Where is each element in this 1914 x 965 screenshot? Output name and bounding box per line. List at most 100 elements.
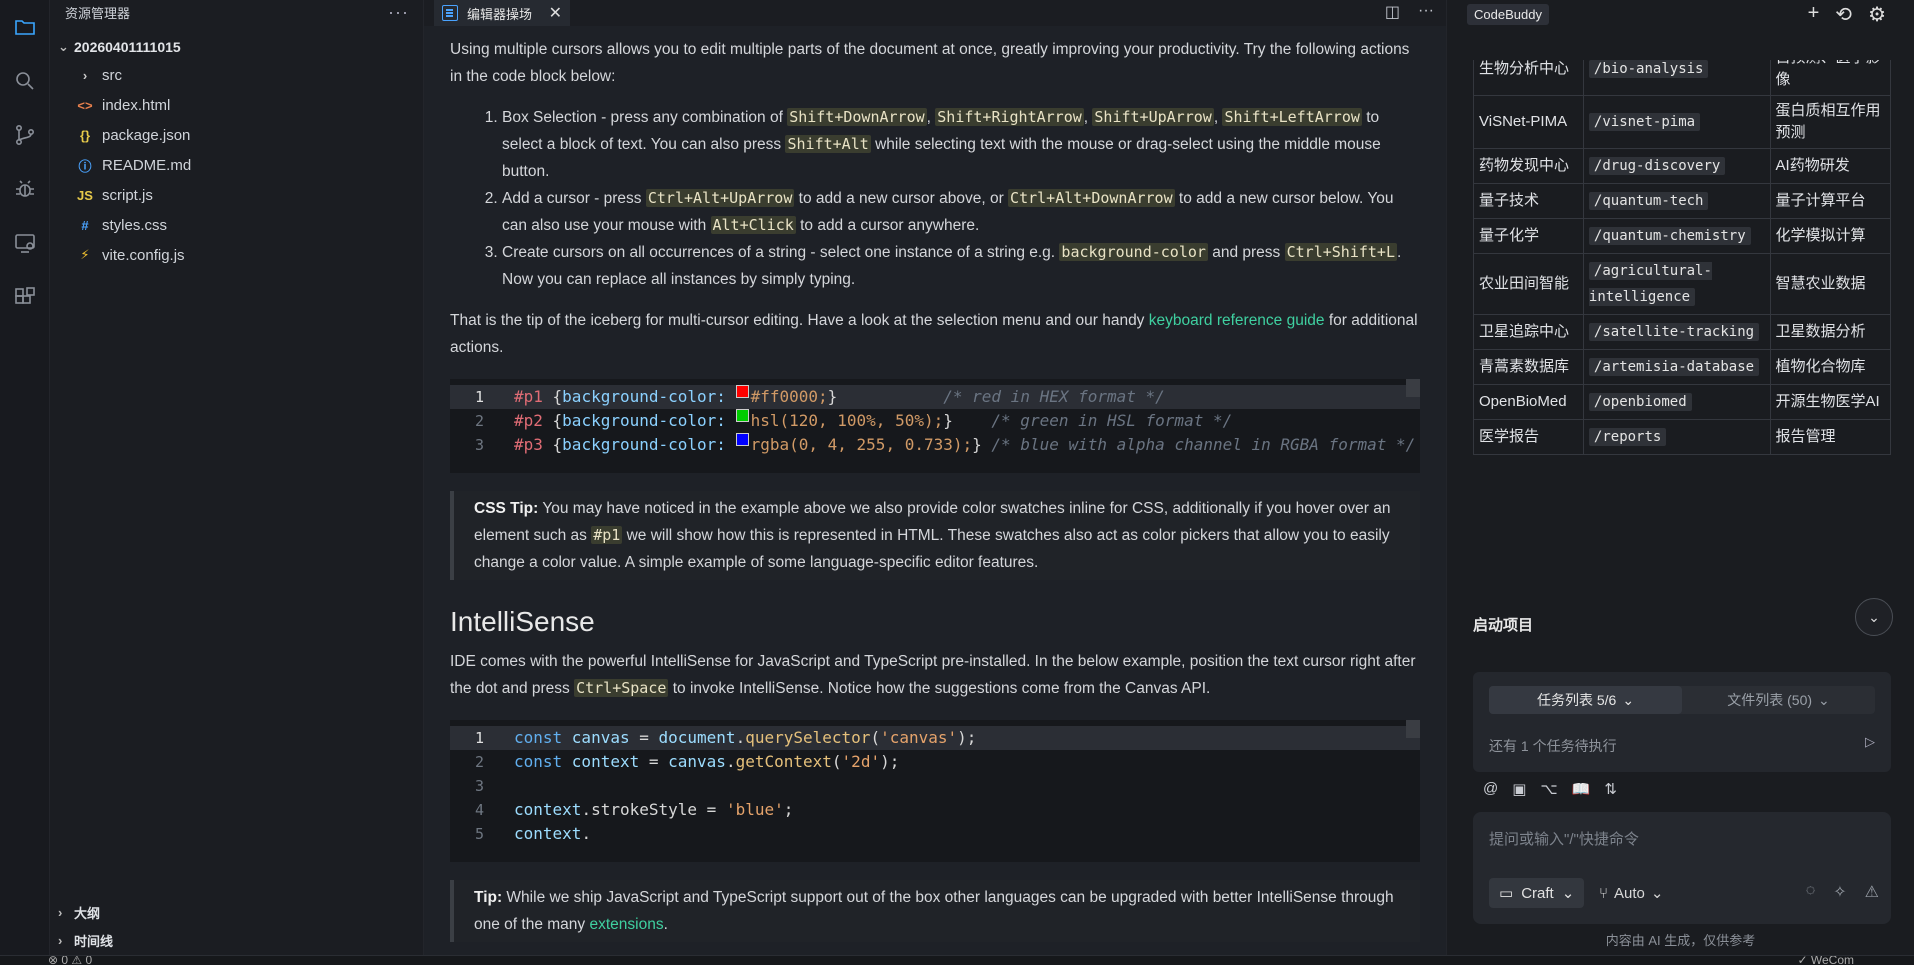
play-icon[interactable]: ▷ — [1865, 734, 1875, 750]
codebuddy-panel: CodeBuddy + ⟲ ⚙ 生物分析中心/bio-analysis 自预测、医… — [1446, 0, 1914, 955]
file-item[interactable]: › src — [50, 60, 423, 90]
intro-paragraph: Using multiple cursors allows you to edi… — [450, 41, 1410, 85]
route-path-cell: /openbiomed — [1582, 384, 1771, 420]
code-line: 1 #p1 {background-color: #ff0000;} /* red… — [450, 385, 1420, 409]
plus-icon[interactable]: + — [1808, 2, 1820, 27]
table-row: 生物分析中心/bio-analysis 自预测、医学影像 — [1473, 60, 1891, 96]
table-row: 药物发现中心/drug-discovery AI药物研发 — [1473, 148, 1891, 184]
route-name: 药物发现中心 — [1473, 148, 1584, 184]
css-tip-box: CSS Tip: You may have noticed in the exa… — [450, 491, 1420, 580]
table-row: 青蒿素数据库/artemisia-database 植物化合物库 — [1473, 349, 1891, 385]
scroll-down-button[interactable]: ⌄ — [1855, 598, 1893, 636]
route-desc: 开源生物医学AI — [1769, 384, 1891, 420]
timeline-section[interactable]: › 时间线 — [50, 926, 423, 954]
extensions-icon — [15, 287, 35, 304]
history-icon[interactable]: ⟲ — [1835, 2, 1852, 27]
more-actions-icon[interactable]: ··· — [1418, 2, 1434, 22]
extensions-link[interactable]: extensions — [589, 916, 663, 933]
route-name: 农业田间智能 — [1473, 253, 1584, 315]
timeline-label: 时间线 — [74, 933, 114, 949]
tab-task-list[interactable]: 任务列表 5/6 ⌄ — [1489, 686, 1682, 714]
image-icon[interactable]: ▣ — [1512, 780, 1526, 798]
route-path-cell: /artemisia-database — [1582, 349, 1771, 385]
outline-label: 大纲 — [74, 905, 101, 921]
color-swatch[interactable] — [735, 409, 749, 422]
remote-activity[interactable] — [0, 216, 50, 270]
js-code-block[interactable]: 1 const canvas = document. querySelector('… — [450, 720, 1420, 862]
diff-icon[interactable]: ⇅ — [1604, 780, 1617, 798]
route-path: /quantum-tech — [1588, 192, 1709, 210]
route-name: OpenBioMed — [1473, 384, 1584, 420]
route-path: /openbiomed — [1588, 393, 1692, 411]
problems-status[interactable]: ⊗ 0 ⚠ 0 — [48, 956, 92, 965]
route-path: /bio-analysis — [1588, 60, 1709, 78]
css-code-block[interactable]: 1 #p1 {background-color: #ff0000;} /* red… — [450, 379, 1420, 473]
walkthrough-document: Using multiple cursors allows you to edi… — [450, 26, 1420, 955]
split-editor-icon[interactable]: ◫ — [1385, 2, 1400, 22]
color-swatch[interactable] — [735, 433, 749, 446]
debug-activity[interactable] — [0, 162, 50, 216]
editor-area[interactable]: Using multiple cursors allows you to edi… — [424, 26, 1446, 955]
code-line: 3 — [474, 777, 484, 795]
mention-icon[interactable]: @ — [1483, 780, 1498, 798]
route-desc: 自预测、医学影像 — [1769, 60, 1891, 96]
search-activity[interactable] — [0, 54, 50, 108]
color-swatch[interactable] — [735, 385, 749, 398]
tab-editor-playground[interactable]: 编辑器操场 ✕ — [434, 0, 570, 26]
editor-actions: ◫ ··· — [1385, 2, 1434, 22]
file-label: src — [102, 66, 122, 84]
chevron-down-icon: ⌄ — [1650, 885, 1664, 902]
file-label: README.md — [102, 156, 192, 174]
git-icon[interactable]: ⌥ — [1540, 780, 1557, 798]
route-name: 卫星追踪中心 — [1473, 314, 1584, 350]
js-file-icon: JS — [77, 187, 93, 203]
chevron-down-icon: ⌄ — [58, 39, 69, 54]
playground-icon — [442, 5, 458, 21]
more-actions-icon[interactable]: ··· — [388, 2, 409, 23]
route-path: /visnet-pima — [1588, 113, 1701, 131]
file-item[interactable]: ⚡ vite.config.js — [50, 240, 423, 270]
scrollbar[interactable] — [1406, 720, 1420, 738]
list-item: Add a cursor - press Ctrl+Alt+UpArrow to… — [502, 185, 1420, 239]
wecom-status[interactable]: ✓ WeCom — [1797, 956, 1854, 965]
route-desc: 植物化合物库 — [1769, 349, 1891, 385]
close-icon[interactable]: ✕ — [549, 3, 562, 23]
model-selector[interactable]: ⑂ Auto ⌄ — [1599, 878, 1663, 908]
scrollbar[interactable] — [1406, 379, 1420, 397]
workspace-root-label: 20260401111015 — [74, 39, 181, 55]
book-icon[interactable]: 📖 — [1572, 780, 1591, 798]
explorer-activity[interactable] — [0, 0, 50, 54]
gear-icon[interactable]: ⚙ — [1868, 2, 1886, 27]
chat-input-box[interactable]: 提问或输入"/"快捷命令 ▭ Craft ⌄ ⑂ Auto ⌄ ◌ ✧ ⚠ — [1473, 812, 1891, 924]
send-icon[interactable]: ⚠ — [1865, 882, 1879, 902]
route-path-cell: /bio-analysis — [1582, 60, 1771, 96]
routes-table-container[interactable]: 生物分析中心/bio-analysis自预测、医学影像ViSNet-PIMA/v… — [1473, 60, 1891, 596]
intellisense-heading: IntelliSense — [450, 606, 595, 637]
workspace-root[interactable]: ⌄ 20260401111015 — [50, 34, 423, 60]
chevron-down-icon: ⌄ — [1818, 691, 1830, 708]
extensions-activity[interactable] — [0, 270, 50, 324]
route-desc: 化学模拟计算 — [1769, 218, 1891, 254]
tab-label: 编辑器操场 — [467, 6, 533, 22]
table-row: 卫星追踪中心/satellite-tracking 卫星数据分析 — [1473, 314, 1891, 350]
editor-tab-bar: 编辑器操场 ✕ ◫ ··· — [424, 0, 1446, 26]
task-card: 任务列表 5/6 ⌄ 文件列表 (50) ⌄ 还有 1 个任务待执行 ▷ — [1473, 672, 1891, 772]
file-item[interactable]: ⓘ README.md — [50, 150, 423, 180]
ai-disclaimer: 内容由 AI 生成，仅供参考 — [1605, 933, 1756, 948]
file-item[interactable]: {} package.json — [50, 120, 423, 150]
file-item[interactable]: JS script.js — [50, 180, 423, 210]
route-path: /artemisia-database — [1588, 358, 1760, 376]
source-control-icon — [15, 124, 35, 145]
outline-section[interactable]: › 大纲 — [50, 898, 423, 926]
file-item[interactable]: # styles.css — [50, 210, 423, 240]
mode-selector[interactable]: ▭ Craft ⌄ — [1489, 878, 1585, 908]
file-item[interactable]: <> index.html — [50, 90, 423, 120]
file-label: vite.config.js — [102, 246, 185, 264]
chat-input-placeholder[interactable]: 提问或输入"/"快捷命令 — [1489, 828, 1639, 849]
chevron-down-icon: ⌄ — [1622, 691, 1635, 708]
source-control-activity[interactable] — [0, 108, 50, 162]
tab-file-list[interactable]: 文件列表 (50) ⌄ — [1682, 686, 1875, 714]
sparkle-icon[interactable]: ✧ — [1833, 882, 1846, 902]
keyboard-reference-link[interactable]: keyboard reference guide — [1149, 312, 1325, 329]
code-line: 2 #p2 {background-color: hsl(120, 100%, 5… — [474, 409, 1233, 430]
